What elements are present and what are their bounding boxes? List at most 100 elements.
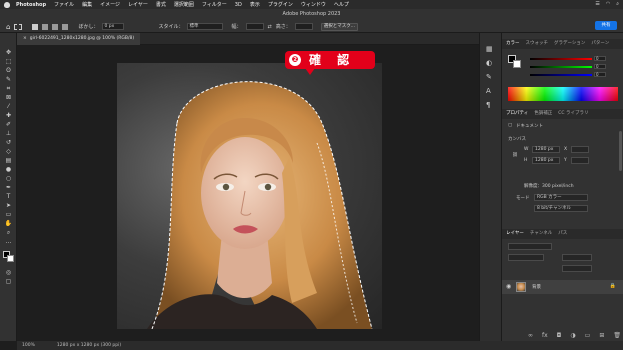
adjustment-layer-icon[interactable]: ◑ bbox=[570, 331, 575, 341]
wifi-icon[interactable]: ◠ bbox=[606, 1, 610, 7]
tab-paths[interactable]: パス bbox=[558, 229, 567, 239]
hand-tool-icon[interactable]: ✋ bbox=[4, 220, 13, 227]
healing-brush-tool-icon[interactable]: ✚ bbox=[4, 112, 13, 119]
delete-layer-icon[interactable]: 🗑 bbox=[613, 331, 621, 341]
clone-stamp-tool-icon[interactable]: ⊥ bbox=[4, 130, 13, 137]
menu-item-file[interactable]: ファイル bbox=[54, 1, 74, 8]
document-tab[interactable]: × girl-6022491_1280x1280.jpg @ 100% (RGB/… bbox=[17, 33, 141, 45]
eraser-tool-icon[interactable]: ◇ bbox=[4, 148, 13, 155]
share-button[interactable]: 共有 bbox=[595, 21, 617, 30]
dodge-tool-icon[interactable]: ○ bbox=[4, 175, 13, 182]
new-group-icon[interactable]: ▭ bbox=[585, 331, 591, 341]
tab-patterns[interactable]: パターン bbox=[591, 39, 609, 49]
quick-mask-icon[interactable]: ◎ bbox=[4, 269, 13, 276]
character-panel-icon[interactable]: A bbox=[486, 87, 491, 95]
add-mask-icon[interactable]: ◘ bbox=[557, 331, 562, 341]
menu-item-filter[interactable]: フィルター bbox=[202, 1, 227, 8]
home-icon[interactable]: ⌂ bbox=[6, 23, 10, 31]
marquee-tool-icon[interactable] bbox=[14, 23, 23, 30]
menu-item-layer[interactable]: レイヤー bbox=[128, 1, 148, 8]
eyedropper-tool-icon[interactable]: ⁄ bbox=[4, 103, 13, 110]
feather-input[interactable]: 0 px bbox=[102, 23, 125, 30]
tab-gradients[interactable]: グラデーション bbox=[554, 39, 585, 49]
history-brush-tool-icon[interactable]: ↺ bbox=[4, 139, 13, 146]
apple-icon[interactable] bbox=[4, 1, 10, 8]
selection-intersect-icon[interactable] bbox=[62, 23, 69, 30]
brush-tool-icon[interactable]: ✐ bbox=[4, 121, 13, 128]
close-document-icon[interactable]: × bbox=[23, 36, 27, 41]
pen-tool-icon[interactable]: ✒ bbox=[4, 184, 13, 191]
mode-select[interactable]: RGB カラー bbox=[534, 194, 588, 201]
lasso-tool-icon[interactable]: ʘ bbox=[4, 67, 13, 74]
menu-item-help[interactable]: ヘルプ bbox=[334, 1, 349, 8]
selection-subtract-icon[interactable] bbox=[52, 23, 59, 30]
tab-channels[interactable]: チャンネル bbox=[530, 229, 552, 239]
bit-depth-select[interactable]: 8 bit/チャンネル bbox=[534, 205, 588, 212]
adjustments-panel-icon[interactable]: ◐ bbox=[486, 59, 492, 67]
screen-mode-icon[interactable]: ▢ bbox=[4, 278, 13, 285]
height-field[interactable]: 1280 px bbox=[532, 157, 560, 164]
menu-item-view[interactable]: 表示 bbox=[250, 1, 260, 8]
blue-value[interactable]: 0 bbox=[594, 72, 606, 77]
menu-item-plugins[interactable]: プラグイン bbox=[268, 1, 293, 8]
more-tools-icon[interactable]: … bbox=[4, 238, 13, 245]
menu-item-type[interactable]: 書式 bbox=[156, 1, 166, 8]
selection-new-icon[interactable] bbox=[32, 23, 39, 30]
history-panel-icon[interactable]: ▦ bbox=[486, 45, 493, 53]
menu-item-3d[interactable]: 3D bbox=[235, 2, 242, 8]
height-input[interactable] bbox=[294, 23, 313, 30]
tab-layers[interactable]: レイヤー bbox=[506, 229, 524, 239]
rect-marquee-tool-icon[interactable]: ⬚ bbox=[4, 58, 13, 65]
gradient-tool-icon[interactable]: ▤ bbox=[4, 157, 13, 164]
background-color-swatch[interactable] bbox=[7, 255, 14, 262]
width-input[interactable] bbox=[245, 23, 264, 30]
canvas-section-label[interactable]: カンバス bbox=[508, 136, 526, 142]
blend-mode-select[interactable] bbox=[508, 254, 544, 261]
link-layers-icon[interactable]: ∞ bbox=[528, 331, 533, 341]
path-select-tool-icon[interactable]: ➤ bbox=[4, 202, 13, 209]
green-value[interactable]: 0 bbox=[594, 64, 606, 69]
crop-tool-icon[interactable]: ⌗ bbox=[4, 85, 13, 92]
tab-cc-libraries[interactable]: CC ライブラリ bbox=[558, 109, 588, 119]
tab-adjustments[interactable]: 色調補正 bbox=[534, 109, 552, 119]
document-image[interactable] bbox=[117, 63, 382, 329]
menu-item-select[interactable]: 選択範囲 bbox=[174, 1, 194, 8]
move-tool-icon[interactable]: ✥ bbox=[4, 49, 13, 56]
red-slider[interactable] bbox=[530, 58, 592, 60]
color-spectrum[interactable] bbox=[508, 87, 618, 101]
control-center-icon[interactable]: ☰ bbox=[595, 1, 599, 7]
selection-add-icon[interactable] bbox=[42, 23, 49, 30]
y-field[interactable] bbox=[571, 157, 589, 164]
zoom-tool-icon[interactable]: ⌕ bbox=[4, 229, 13, 236]
layer-style-icon[interactable]: fx bbox=[542, 331, 548, 341]
x-field[interactable] bbox=[571, 146, 589, 153]
style-select[interactable]: 標準 bbox=[187, 23, 224, 30]
visibility-eye-icon[interactable]: ◉ bbox=[506, 283, 511, 290]
tab-properties[interactable]: プロパティ bbox=[506, 109, 528, 119]
paragraph-panel-icon[interactable]: ¶ bbox=[486, 101, 490, 109]
blue-slider[interactable] bbox=[530, 74, 592, 76]
menu-item-image[interactable]: イメージ bbox=[100, 1, 120, 8]
new-layer-icon[interactable]: ⊞ bbox=[599, 331, 604, 341]
green-slider[interactable] bbox=[530, 66, 592, 68]
menu-item-window[interactable]: ウィンドウ bbox=[301, 1, 326, 8]
swap-icon[interactable]: ⇄ bbox=[268, 24, 272, 30]
menu-app-name[interactable]: Photoshop bbox=[16, 2, 46, 8]
blur-tool-icon[interactable]: ● bbox=[4, 166, 13, 173]
document-info[interactable]: 1280 px x 1280 px (300 ppi) bbox=[57, 341, 121, 350]
rectangle-tool-icon[interactable]: ▭ bbox=[4, 211, 13, 218]
link-icon[interactable]: ⛓ bbox=[512, 153, 518, 158]
panel-background-swatch[interactable] bbox=[513, 60, 521, 68]
layer-filter-select[interactable] bbox=[508, 243, 552, 250]
quick-select-tool-icon[interactable]: ✎ bbox=[4, 76, 13, 83]
layer-row-background[interactable]: ◉ 背景 🔒 bbox=[502, 280, 623, 294]
tab-swatches[interactable]: スウォッチ bbox=[526, 39, 549, 49]
width-field[interactable]: 1280 px bbox=[532, 146, 560, 153]
menu-item-edit[interactable]: 編集 bbox=[82, 1, 92, 8]
zoom-level[interactable]: 100% bbox=[22, 341, 35, 350]
tab-color[interactable]: カラー bbox=[506, 39, 520, 49]
properties-scrollbar[interactable] bbox=[619, 131, 622, 171]
select-and-mask-button[interactable]: 選択とマスク... bbox=[320, 22, 359, 31]
fill-field[interactable] bbox=[562, 265, 592, 272]
brush-panel-icon[interactable]: ✎ bbox=[486, 73, 492, 81]
